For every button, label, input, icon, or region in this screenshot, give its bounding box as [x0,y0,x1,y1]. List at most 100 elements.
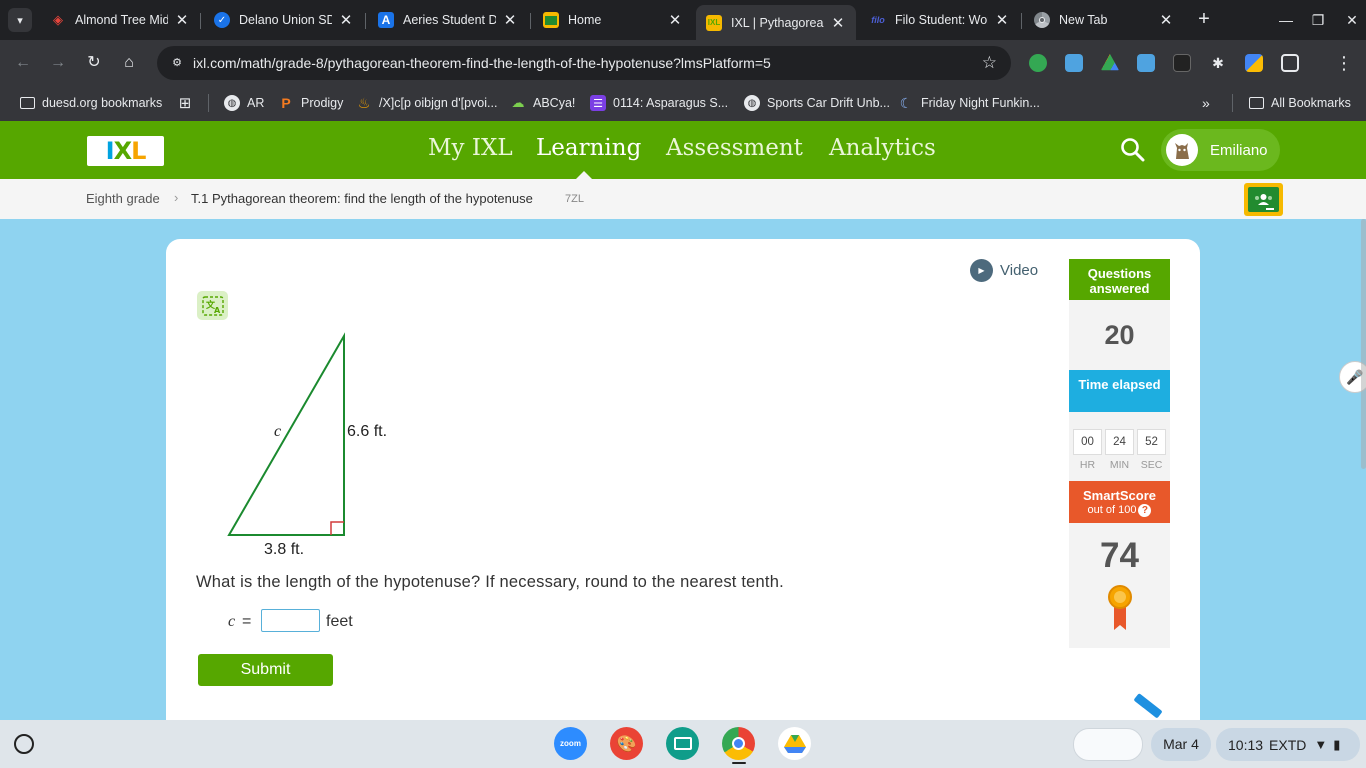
bookmark-label: /X]c[p oibjgn d'[pvoi... [379,96,498,110]
tab-divider [365,13,366,29]
site-settings-icon[interactable]: ⚙ [169,55,185,71]
active-nav-indicator [576,171,592,179]
address-bar[interactable]: ⚙ ixl.com/math/grade-8/pythagorean-theor… [157,46,1011,80]
translate-icon[interactable]: 文 A [197,291,228,320]
extension-bug-icon[interactable]: ✱ [1209,54,1227,72]
close-icon[interactable]: ✕ [338,11,354,29]
extension-profile-icon[interactable] [1137,54,1155,72]
bookmark-abcya[interactable]: ☁ ABCya! [510,93,576,113]
close-icon[interactable]: ✕ [502,11,518,29]
url-text[interactable]: ixl.com/math/grade-8/pythagorean-theorem… [193,55,771,71]
bookmark-sports-car[interactable]: ◍ Sports Car Drift Unb... [744,93,890,113]
submit-button[interactable]: Submit [198,654,333,686]
skill-code: 7ZL [565,193,584,205]
tab-title: Home [568,13,602,27]
extension-cloud-icon[interactable] [1065,54,1083,72]
scratchpad-pencil-icon[interactable] [1131,691,1171,723]
bookmark-label: Friday Night Funkin... [921,96,1040,110]
nav-analytics[interactable]: Analytics [829,135,936,161]
questions-answered-header: Questions answered [1069,259,1170,300]
tab-divider [1021,13,1022,29]
extension-spotify-icon[interactable] [1029,54,1047,72]
height-label: 6.6 ft. [347,423,387,440]
user-menu-button[interactable]: Emiliano [1161,129,1280,171]
reload-button[interactable]: ↻ [81,50,107,76]
classroom-app-icon[interactable] [666,727,699,760]
status-tray[interactable]: 10:13 EXTD ▼ ▮ [1216,728,1360,761]
google-classroom-share-icon[interactable] [1244,183,1283,216]
drive-app-icon[interactable] [778,727,811,760]
extensions-puzzle-icon[interactable] [1281,54,1299,72]
clock-time: 10:13 [1228,736,1264,753]
tab-delano[interactable]: ✓ Delano Union SD ✕ [204,5,364,35]
nav-my-ixl[interactable]: My IXL [428,135,513,161]
tab-home[interactable]: Home ✕ [533,5,693,35]
bookmark-duesd-folder[interactable]: duesd.org bookmarks [20,93,162,113]
tab-aeries[interactable]: A Aeries Student Da ✕ [368,5,528,35]
tab-new-tab[interactable]: New Tab ✕ [1024,5,1184,35]
wifi-icon: ▼ [1314,737,1328,752]
bookmark-ar[interactable]: ◍ AR [224,93,264,113]
forward-button[interactable]: → [45,50,71,76]
home-button[interactable]: ⌂ [116,50,142,76]
close-icon[interactable]: ✕ [667,11,683,29]
answer-input[interactable] [261,609,320,632]
ixl-logo[interactable]: IXL [87,136,164,166]
close-icon[interactable]: ✕ [994,11,1010,29]
browser-toolbar: ← → ↻ ⌂ ⚙ ixl.com/math/grade-8/pythagore… [0,40,1366,85]
screenshot-preview-thumbnail[interactable] [1073,728,1143,761]
ixl-header: IXL My IXL Learning Assessment Analytics… [0,121,1366,179]
breadcrumb-grade-link[interactable]: Eighth grade [86,191,160,206]
bookmark-label: AR [247,96,265,110]
smartscore-subtitle: out of 100 [1087,504,1137,516]
close-icon[interactable]: ✕ [830,14,846,32]
close-icon[interactable]: ✕ [1158,11,1174,29]
bookmark-label: Prodigy [301,96,344,110]
tab-ixl[interactable]: IXL IXL | Pythagorean ✕ [696,5,856,40]
minimize-button[interactable]: — [1274,8,1298,32]
page-scrollbar[interactable] [1361,219,1366,469]
tab-search-button[interactable]: ▾ [8,8,32,32]
chevron-right-icon: › [174,190,179,205]
search-icon[interactable] [1120,137,1146,163]
extension-drive-icon[interactable] [1101,54,1119,71]
nav-assessment[interactable]: Assessment [666,135,803,161]
answer-equals: = [242,613,252,630]
bookmark-prodigy[interactable]: P Prodigy [278,93,343,113]
video-link[interactable]: ▶ Video [970,259,1038,282]
questions-answered-value: 20 [1104,320,1135,350]
tab-filo[interactable]: filo Filo Student: Wor ✕ [860,5,1020,35]
chrome-app-icon[interactable] [722,727,755,760]
paint-app-icon[interactable]: 🎨 [610,727,643,760]
smartscore-title: SmartScore [1083,488,1156,503]
bookmark-asparagus[interactable]: ☰ 0114: Asparagus S... [590,93,728,113]
back-button[interactable]: ← [10,50,36,76]
extension-dark-icon[interactable] [1173,54,1191,72]
close-window-button[interactable]: ✕ [1340,8,1364,32]
date-button[interactable]: Mar 4 [1151,728,1211,761]
new-tab-button[interactable]: + [1192,8,1216,32]
chrome-menu-icon[interactable]: ⋮ [1331,50,1357,76]
bookmark-scrambled[interactable]: ♨ /X]c[p oibjgn d'[pvoi... [356,93,498,113]
extension-puzzle-color-icon[interactable] [1245,54,1263,72]
bookmark-divider [208,94,209,112]
bookmark-star-icon[interactable]: ☆ [982,53,997,73]
bookmarks-overflow-button[interactable]: » [1202,93,1210,113]
apps-grid-button[interactable]: ⊞ [177,93,200,113]
right-triangle-diagram: c 6.6 ft. 3.8 ft. [227,332,387,558]
close-icon[interactable]: ✕ [174,11,190,29]
launcher-icon[interactable] [14,734,34,754]
restore-button[interactable]: ❐ [1306,8,1330,32]
list-icon: ☰ [590,95,606,111]
tab-title: New Tab [1059,13,1108,27]
bookmark-label: Sports Car Drift Unb... [767,96,890,110]
nav-learning[interactable]: Learning [536,135,641,161]
tab-almond-tree[interactable]: ◈ Almond Tree Mid ✕ [40,5,200,35]
zoom-app-icon[interactable]: zoom [554,727,587,760]
help-icon[interactable]: ? [1138,504,1152,517]
all-bookmarks-button[interactable]: All Bookmarks [1249,93,1351,113]
bookmark-fnf[interactable]: ☾ Friday Night Funkin... [898,93,1040,113]
tab-title: Almond Tree Mid [75,13,168,27]
os-shelf: zoom 🎨 Mar 4 10:13 EXTD ▼ ▮ [0,720,1366,768]
breadcrumb: Eighth grade › T.1 Pythagorean theorem: … [0,179,1366,219]
